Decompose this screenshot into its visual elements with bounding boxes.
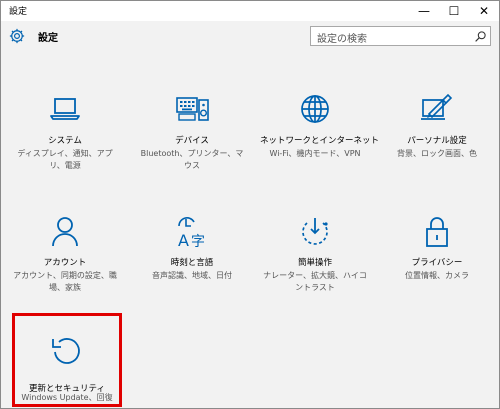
gear-icon [9, 28, 25, 44]
tile-description: Wi-Fi、機内モード、VPN [269, 149, 361, 158]
tile-description: 位置情報、カメラ [405, 271, 469, 280]
tile-devices[interactable]: デバイス Bluetooth、プリンター、マウス [137, 92, 247, 172]
header: 設定 [1, 21, 499, 53]
tile-label: ネットワークとインターネット [260, 136, 380, 146]
globe-icon [301, 95, 329, 123]
tile-privacy[interactable]: プライバシー 位置情報、カメラ [382, 214, 492, 282]
laptop-icon [50, 98, 80, 120]
settings-window: 設定 — ☐ ✕ 設定 システム ディスプレイ、通知、アプリ、電源 [0, 0, 500, 409]
tile-label: プライバシー [411, 258, 463, 268]
search-icon[interactable] [474, 30, 487, 43]
tile-label: アカウント [43, 258, 87, 268]
highlight-box [12, 313, 122, 407]
close-button[interactable]: ✕ [469, 1, 499, 21]
tile-label: システム [48, 136, 82, 146]
tile-ease-of-access[interactable]: 簡単操作 ナレーター、拡大鏡、ハイコントラスト [260, 214, 370, 294]
tile-accounts[interactable]: アカウント アカウント、同期の設定、職場、家族 [10, 214, 120, 294]
tile-description: ナレーター、拡大鏡、ハイコントラスト [263, 271, 367, 292]
person-icon [52, 217, 78, 247]
title-bar: 設定 — ☐ ✕ [1, 1, 499, 21]
tile-system[interactable]: システム ディスプレイ、通知、アプリ、電源 [10, 92, 120, 172]
ease-of-access-icon [302, 218, 328, 245]
tile-description: アカウント、同期の設定、職場、家族 [13, 271, 117, 292]
time-language-icon: A 字 [178, 217, 205, 250]
minimize-button[interactable]: — [409, 1, 439, 21]
tile-description: Bluetooth、プリンター、マウス [140, 149, 244, 170]
svg-text:A: A [178, 231, 189, 250]
tile-description: ディスプレイ、通知、アプリ、電源 [17, 149, 113, 170]
tile-label: パーソナル設定 [407, 136, 467, 146]
svg-text:字: 字 [191, 234, 205, 250]
lock-icon [426, 217, 448, 247]
window-title: 設定 [9, 7, 28, 17]
keyboard-speaker-icon [176, 97, 209, 121]
paint-monitor-icon [421, 93, 453, 120]
tile-label: 簡単操作 [297, 258, 332, 268]
maximize-button[interactable]: ☐ [439, 1, 469, 21]
search-box[interactable] [310, 26, 491, 49]
tile-time-language[interactable]: A 字 時刻と言語 音声認識、地域、日付 [137, 214, 247, 282]
tile-description: 背景、ロック画面、色 [397, 149, 477, 158]
search-input[interactable] [311, 30, 473, 49]
tile-label: デバイス [175, 136, 209, 146]
tile-personalization[interactable]: パーソナル設定 背景、ロック画面、色 [382, 92, 492, 160]
tile-label: 時刻と言語 [170, 258, 214, 268]
page-title: 設定 [38, 33, 58, 44]
tile-network[interactable]: ネットワークとインターネット Wi-Fi、機内モード、VPN [260, 92, 380, 160]
tile-description: 音声認識、地域、日付 [152, 271, 232, 280]
